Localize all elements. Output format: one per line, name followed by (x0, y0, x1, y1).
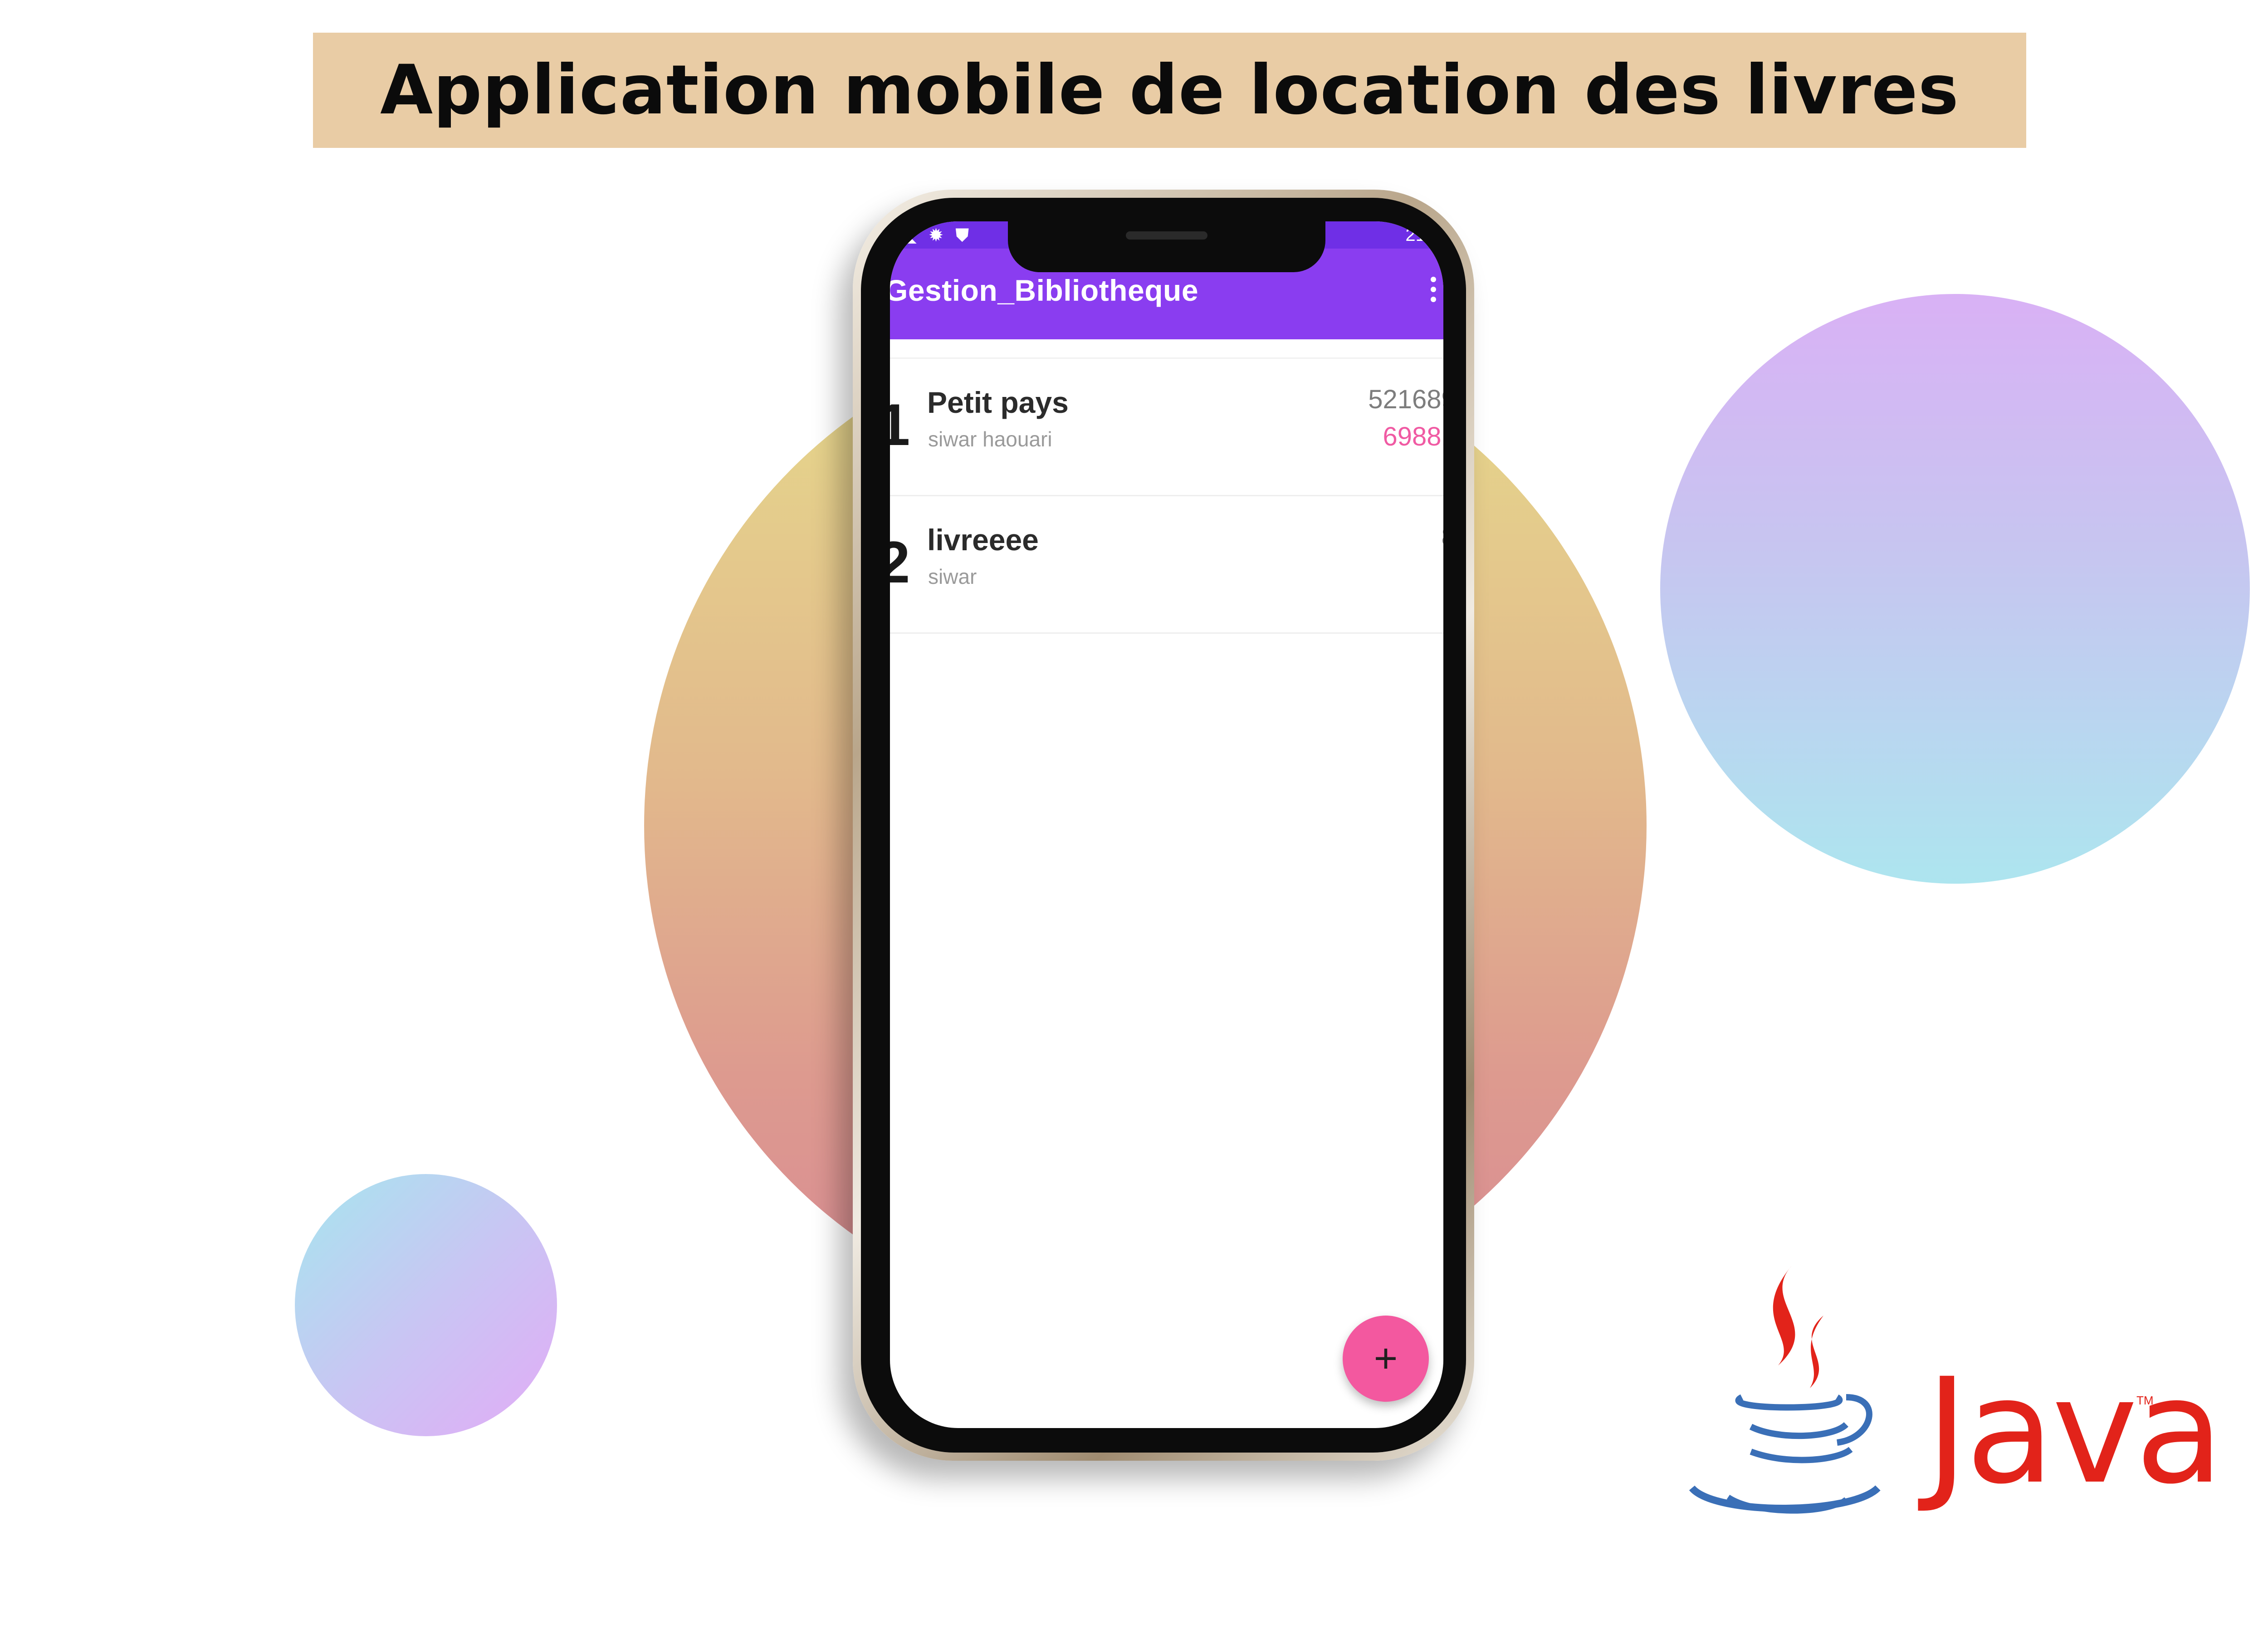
overflow-menu-icon[interactable] (1431, 274, 1443, 310)
book-author: siwar (928, 565, 977, 588)
status-time: 21: (1405, 225, 1431, 245)
app-title: Gestion_Bibliotheque (890, 274, 1199, 307)
shield-icon: ⛊ (955, 225, 969, 245)
phone-screen: ◣ ✹ ⛊ 21: Gestion_Bibliotheque 1 Petit p… (890, 221, 1443, 1428)
background-circle-right (1660, 294, 2250, 884)
book-index: 2 (890, 529, 910, 595)
java-trademark: TM (2136, 1394, 2154, 1407)
phone-speaker (1126, 231, 1207, 240)
signal-icon: ◣ (903, 225, 917, 245)
phone-notch (1008, 213, 1325, 272)
book-number-top: 5216899 (1368, 385, 1443, 414)
java-logo-text: Java (1926, 1347, 2224, 1516)
book-title: livreeee (927, 523, 1039, 557)
book-list: 1 Petit pays siwar haouari 5216899 69881… (890, 357, 1443, 634)
banner-title: Application mobile de location des livre… (380, 51, 1959, 130)
book-number-top: 88 (1441, 522, 1443, 552)
book-list-item[interactable]: 1 Petit pays siwar haouari 5216899 69881… (890, 357, 1443, 496)
background-circle-small (295, 1174, 557, 1436)
book-list-item[interactable]: 2 livreeee siwar 88 5 (890, 496, 1443, 634)
settings-gear-icon: ✹ (928, 225, 944, 245)
book-title: Petit pays (927, 386, 1069, 419)
plus-icon: + (1374, 1336, 1398, 1381)
book-author: siwar haouari (928, 427, 1052, 451)
book-index: 1 (890, 391, 910, 458)
add-book-button[interactable]: + (1343, 1316, 1429, 1402)
status-icons: ◣ ✹ ⛊ (903, 225, 969, 246)
book-number-bottom: 698815 (1383, 422, 1443, 451)
title-banner: Application mobile de location des livre… (313, 33, 2026, 148)
